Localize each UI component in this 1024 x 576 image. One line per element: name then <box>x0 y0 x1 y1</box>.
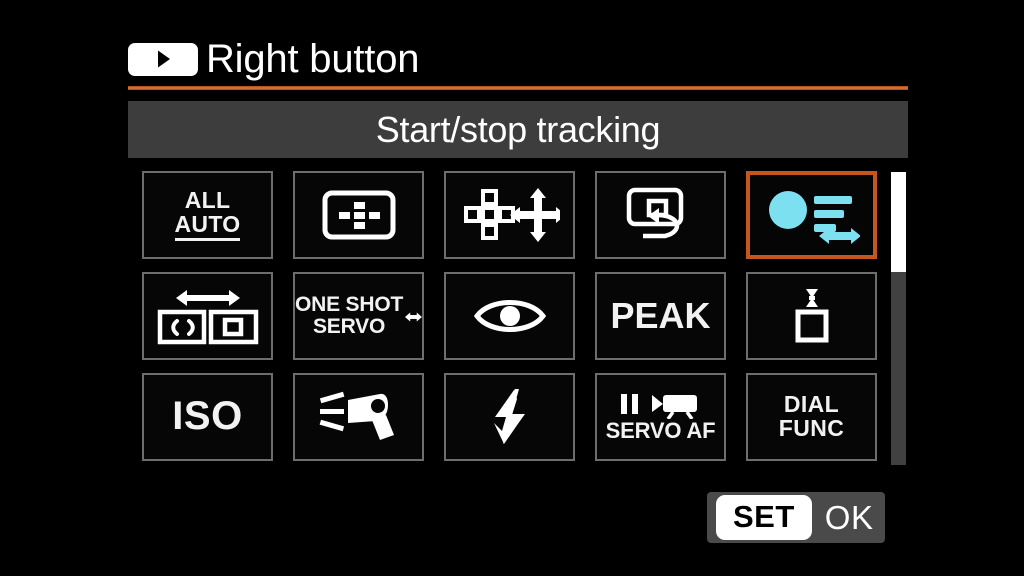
grid-cell-magnify-focus-guide[interactable] <box>746 272 877 360</box>
peaking-icon: PEAK <box>597 274 724 358</box>
focus-guide-icon <box>748 274 875 358</box>
grid-cell-iso-speed[interactable]: ISO <box>142 373 273 461</box>
grid-cell-eye-detection-af[interactable] <box>444 272 575 360</box>
scrollbar-thumb[interactable] <box>891 172 906 272</box>
dial-func-icon: DIAL FUNC <box>748 375 875 459</box>
all-auto-line1: ALL <box>184 186 231 213</box>
one-shot-servo-line1: ONE SHOT <box>295 293 404 317</box>
grid-cell-peaking[interactable]: PEAK <box>595 272 726 360</box>
grid-cell-flash-function[interactable] <box>444 373 575 461</box>
selected-function-label: Start/stop tracking <box>375 108 661 150</box>
grid-cell-af-method-switch[interactable] <box>142 272 273 360</box>
set-chip-label: SET <box>716 495 812 540</box>
led-light-icon <box>295 375 422 459</box>
dial-func-line2: FUNC <box>778 415 845 441</box>
all-auto-icon: ALL AUTO <box>144 173 271 257</box>
dial-func-line1: DIAL <box>783 391 840 418</box>
peaking-label: PEAK <box>610 295 711 337</box>
grid-cell-led-light[interactable] <box>293 373 424 461</box>
grid-cell-one-shot-servo[interactable]: ONE SHOT SERVO <box>293 272 424 360</box>
grid-cell-af-area-select[interactable] <box>293 171 424 259</box>
function-grid: ALL AUTO ONE SHOT SERVO PEAK ISO SERVO A… <box>142 171 878 461</box>
af-point-move-icon <box>446 173 573 257</box>
one-shot-servo-line2: SERVO <box>312 315 386 338</box>
af-point-return-icon <box>597 173 724 257</box>
grid-cell-all-auto[interactable]: ALL AUTO <box>142 171 273 259</box>
iso-label: ISO <box>172 394 243 439</box>
all-auto-line2: AUTO <box>174 212 241 242</box>
ok-label: OK <box>824 499 874 536</box>
one-shot-servo-icon: ONE SHOT SERVO <box>295 274 422 358</box>
camera-menu-screen: Right button Start/stop tracking ALL AUT… <box>0 0 1024 576</box>
page-title: Right button <box>128 33 908 85</box>
grid-cell-dial-func[interactable]: DIAL FUNC <box>746 373 877 461</box>
grid-cell-af-point-return[interactable] <box>595 171 726 259</box>
movie-servo-af-label: SERVO AF <box>605 417 716 443</box>
selected-function-header: Start/stop tracking <box>128 101 908 158</box>
grid-cell-af-point-move[interactable] <box>444 171 575 259</box>
grid-cell-movie-servo-af-pause[interactable]: SERVO AF <box>595 373 726 461</box>
flash-bolt-icon <box>446 375 573 459</box>
set-ok-button[interactable]: SET OK <box>707 492 885 543</box>
grid-cell-start-stop-tracking[interactable] <box>746 171 877 259</box>
movie-servo-af-icon: SERVO AF <box>597 375 724 459</box>
af-method-switch-icon <box>144 274 271 358</box>
subject-tracking-icon <box>750 175 873 255</box>
iso-icon: ISO <box>144 375 271 459</box>
right-button-icon <box>128 42 198 76</box>
scrollbar-track[interactable] <box>891 172 906 465</box>
eye-detection-icon <box>446 274 573 358</box>
af-area-frame-icon <box>295 173 422 257</box>
page-title-label: Right button <box>206 37 420 81</box>
title-divider <box>128 86 908 90</box>
